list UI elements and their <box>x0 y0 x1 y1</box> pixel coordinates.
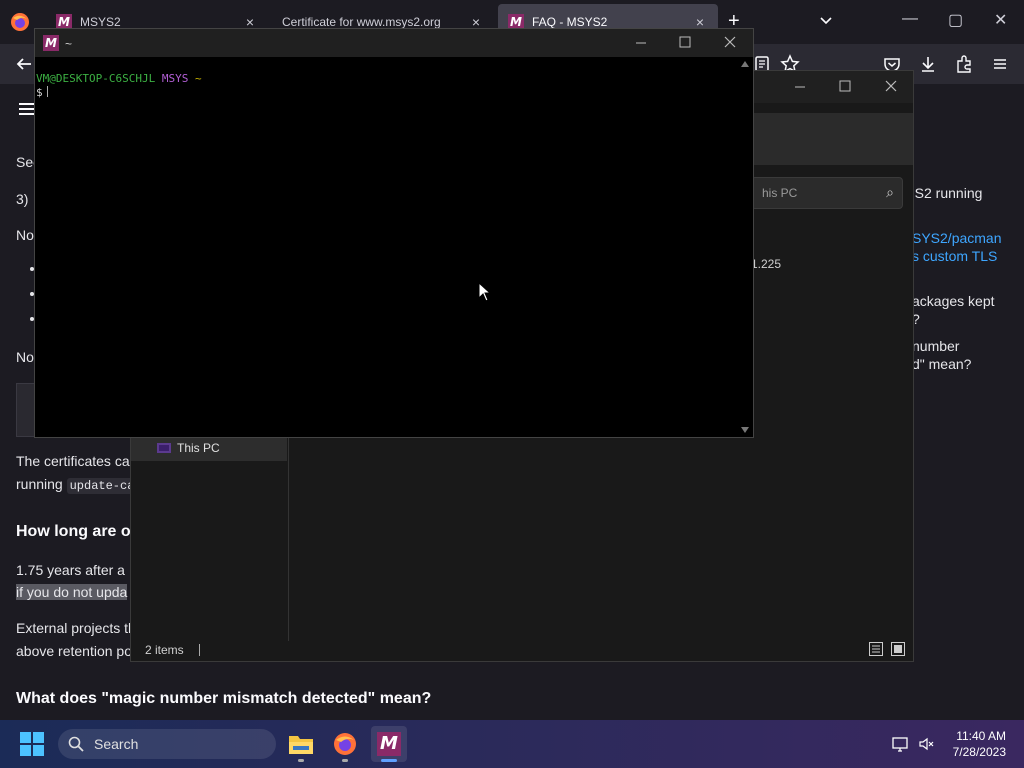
page-text-fragment: above retention po <box>16 643 132 659</box>
page-text-fragment: 1.75 years after a <box>16 562 125 578</box>
firefox-icon <box>334 733 356 755</box>
prompt-user-host: VM@DESKTOP-C6SCHJL <box>36 72 156 85</box>
clock-date: 7/28/2023 <box>952 745 1006 759</box>
search-placeholder: his PC <box>762 186 798 200</box>
input-line[interactable]: $ <box>36 86 739 100</box>
scroll-up-arrow-icon[interactable] <box>741 61 749 67</box>
section-heading: What does "magic number mismatch detecte… <box>16 690 432 707</box>
section-heading: How long are ol <box>16 523 136 540</box>
msys2-app-icon: M <box>43 35 59 51</box>
firefox-logo-icon[interactable] <box>10 12 30 32</box>
toc-link[interactable]: s custom TLS <box>912 248 997 264</box>
sidebar-item-label: This PC <box>177 441 220 455</box>
firefox-taskbar-button[interactable] <box>327 726 363 762</box>
restore-button[interactable]: ▢ <box>948 10 963 30</box>
close-window-button[interactable]: ✕ <box>994 10 1007 30</box>
tab-title: Certificate for www.msys2.org <box>282 15 441 29</box>
page-text-fragment: No <box>16 227 34 243</box>
downloads-icon[interactable] <box>918 54 938 74</box>
tab-title: MSYS2 <box>80 15 121 29</box>
msys2-terminal-window[interactable]: M ~ VM@DESKTOP-C6SCHJL MSYS ~ $ <box>34 28 754 438</box>
toc-text: d" mean? <box>912 356 972 372</box>
sidebar-item-this-pc[interactable]: This PC <box>131 435 287 461</box>
minimize-icon[interactable] <box>794 81 806 93</box>
search-label: Search <box>94 736 139 752</box>
file-explorer-taskbar-button[interactable] <box>283 726 319 762</box>
explorer-search-box[interactable]: his PC ⌕ <box>751 177 903 209</box>
msys2-taskbar-button[interactable]: M <box>371 726 407 762</box>
computer-icon <box>157 443 171 453</box>
minimize-button[interactable]: — <box>902 10 918 28</box>
menu-hamburger-icon[interactable] <box>990 54 1010 74</box>
explorer-status-bar: 2 items <box>131 637 913 661</box>
close-icon[interactable] <box>724 36 736 48</box>
running-indicator <box>381 759 397 762</box>
prompt-system: MSYS <box>161 72 189 85</box>
search-icon <box>68 736 84 752</box>
clock-time: 11:40 AM <box>956 729 1006 743</box>
windows-taskbar: Search M 11:40 AM 7/28/2023 <box>0 720 1024 768</box>
back-arrow-icon[interactable] <box>14 54 34 74</box>
folder-icon <box>289 736 313 754</box>
large-icons-view-icon[interactable] <box>891 642 905 656</box>
mouse-pointer-icon <box>478 282 492 302</box>
terminal-title-bar: M ~ <box>35 29 753 57</box>
network-icon[interactable] <box>892 736 908 752</box>
text-cursor <box>46 86 48 97</box>
list-all-tabs-icon[interactable] <box>818 12 834 28</box>
maximize-icon[interactable] <box>679 36 691 48</box>
toc-text: number <box>912 338 960 354</box>
page-text-fragment: 3) <box>16 191 29 207</box>
details-view-icon[interactable] <box>869 642 883 656</box>
window-title: ~ <box>65 37 73 51</box>
status-divider <box>199 644 201 656</box>
scroll-down-arrow-icon[interactable] <box>741 427 749 433</box>
maximize-icon[interactable] <box>839 80 851 92</box>
terminal-output[interactable]: VM@DESKTOP-C6SCHJL MSYS ~ $ <box>35 57 739 437</box>
page-text: running <box>16 476 67 492</box>
highlighted-text: if you do not upda <box>16 584 128 600</box>
toc-link[interactable]: SYS2/pacman <box>912 230 1002 246</box>
search-icon[interactable]: ⌕ <box>886 184 894 201</box>
toc-text: 'S2 running <box>912 185 983 201</box>
volume-muted-icon[interactable] <box>918 736 934 752</box>
item-count: 2 items <box>145 643 184 657</box>
toc-text: ackages kept <box>912 293 995 309</box>
system-clock[interactable]: 11:40 AM 7/28/2023 <box>938 728 1006 760</box>
msys2-icon: M <box>377 732 401 756</box>
close-icon[interactable] <box>885 80 897 92</box>
taskbar-search-box[interactable]: Search <box>58 729 276 759</box>
terminal-scrollbar[interactable] <box>737 57 753 437</box>
prompt-header: VM@DESKTOP-C6SCHJL MSYS ~ <box>36 72 739 86</box>
page-text-fragment: External projects th <box>16 620 136 636</box>
page-text-fragment: No <box>16 349 34 365</box>
page-text-fragment: The certificates ca <box>16 453 130 469</box>
prompt-symbol: $ <box>36 86 43 99</box>
running-indicator <box>298 759 304 762</box>
page-text-fragment: running update-ca <box>16 476 138 494</box>
minimize-icon[interactable] <box>635 37 647 49</box>
network-address-fragment: 1.225 <box>751 257 782 271</box>
prompt-path: ~ <box>194 72 202 85</box>
running-indicator <box>342 759 348 762</box>
windows-start-icon[interactable] <box>20 732 44 756</box>
tab-title: FAQ - MSYS2 <box>532 15 608 29</box>
inline-code: update-ca <box>66 478 138 494</box>
extensions-icon[interactable] <box>954 54 974 74</box>
page-text-fragment: if you do not upda <box>16 584 128 600</box>
